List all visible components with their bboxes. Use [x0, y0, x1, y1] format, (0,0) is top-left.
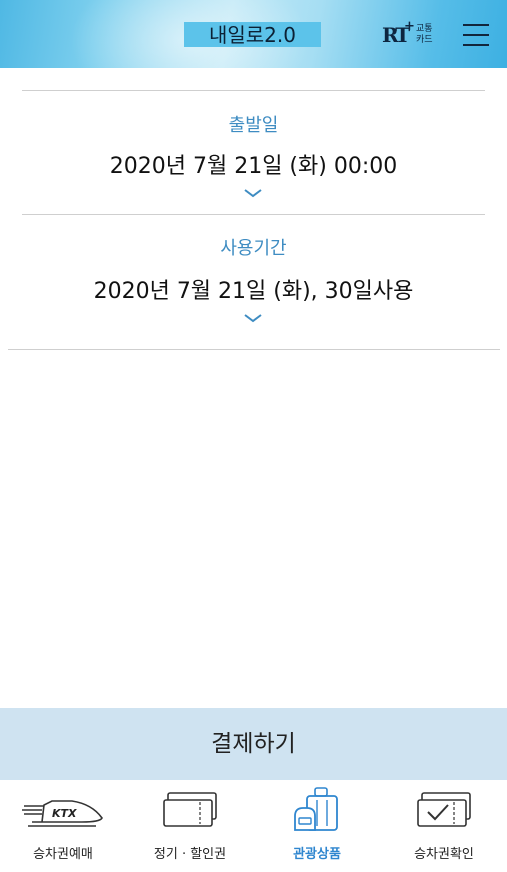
chevron-down-icon[interactable]	[243, 188, 263, 198]
bottom-tab-bar: KTX 승차권예매 정기 · 할인권 관광상품 승차권확인	[0, 780, 507, 872]
ticket-check-icon	[417, 792, 471, 827]
usage-period-label: 사용기간	[220, 238, 287, 259]
svg-text:KTX: KTX	[52, 807, 77, 820]
ktx-train-icon: KTX	[22, 800, 103, 827]
page-title: 내일로2.0	[208, 23, 296, 47]
transport-card-logo[interactable]: RT + 교통 카드	[382, 19, 444, 50]
menu-line	[463, 34, 489, 36]
pay-button[interactable]: 결제하기	[0, 708, 507, 780]
card-logo-line1: 교통	[416, 24, 433, 34]
tab-label: 정기 · 할인권	[153, 847, 227, 862]
divider	[22, 90, 485, 91]
app-header: 내일로2.0 RT + 교통 카드	[0, 0, 507, 68]
tab-label: 관광상품	[293, 847, 341, 862]
page-title-box: 내일로2.0	[184, 22, 321, 47]
chevron-down-icon[interactable]	[243, 313, 263, 323]
card-logo-plus: +	[404, 19, 415, 34]
menu-line	[463, 44, 489, 46]
tab-ticket-booking[interactable]: KTX 승차권예매	[0, 780, 126, 872]
departure-date-value: 2020년 7월 21일 (화) 00:00	[109, 154, 398, 179]
usage-period-selector[interactable]: 사용기간 2020년 7월 21일 (화), 30일사용	[0, 222, 507, 338]
tab-ticket-confirmation[interactable]: 승차권확인	[381, 780, 507, 872]
departure-date-selector[interactable]: 출발일 2020년 7월 21일 (화) 00:00	[0, 100, 507, 212]
tab-label: 승차권확인	[414, 847, 474, 862]
card-logo-line2: 카드	[416, 35, 433, 45]
tab-season-discount-ticket[interactable]: 정기 · 할인권	[127, 780, 253, 872]
menu-line	[463, 24, 489, 26]
departure-date-label: 출발일	[228, 115, 279, 136]
tab-tour-products[interactable]: 관광상품	[254, 780, 380, 872]
luggage-icon	[294, 787, 338, 831]
hamburger-menu-icon[interactable]	[463, 22, 489, 46]
divider	[8, 349, 500, 350]
tab-label: 승차권예매	[33, 847, 93, 862]
usage-period-value: 2020년 7월 21일 (화), 30일사용	[93, 279, 414, 304]
tickets-icon	[163, 792, 217, 827]
divider	[22, 214, 485, 215]
